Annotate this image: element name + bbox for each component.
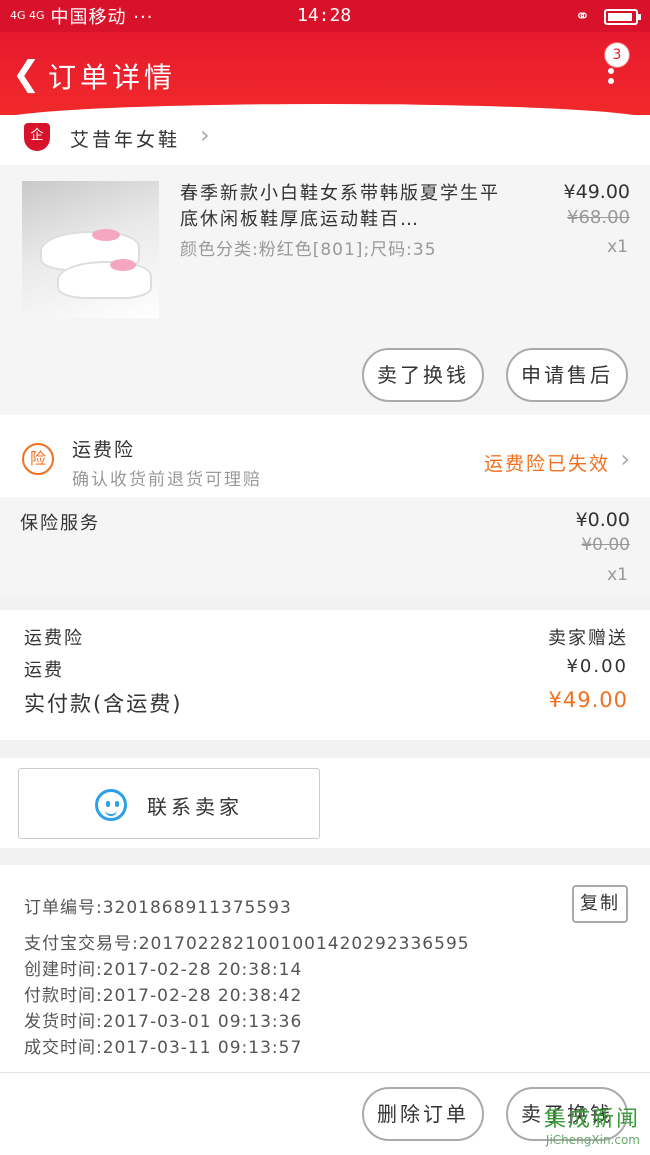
carrier-name: 中国移动 ··· xyxy=(50,7,154,28)
message-count-badge[interactable]: 3 xyxy=(604,42,630,68)
summary-insurance-value: 卖家赠送 xyxy=(548,628,628,649)
summary-insurance-label: 运费险 xyxy=(24,628,84,649)
headset-icon: ⚭ xyxy=(574,6,590,27)
insurance-service-item: 保险服务 ¥0.00 ¥0.00 x1 xyxy=(0,497,650,595)
insurance-service-original-price: ¥0.00 xyxy=(581,535,630,555)
product-spec: 颜色分类:粉红色[801];尺码:35 xyxy=(180,240,437,260)
summary-shipping-value: ¥0.00 xyxy=(566,656,628,677)
order-number: 订单编号:3201868911375593 xyxy=(24,898,292,918)
status-time: 14:28 xyxy=(297,5,352,26)
product-original-price: ¥68.00 xyxy=(567,207,630,228)
paid-time: 付款时间:2017-02-28 20:38:42 xyxy=(24,986,303,1006)
chat-face-icon xyxy=(95,789,127,821)
chevron-right-icon: › xyxy=(200,121,210,149)
contact-seller-button[interactable]: 联系卖家 xyxy=(18,768,320,839)
page-title: 订单详情 xyxy=(48,61,177,94)
resell-button[interactable]: 卖了换钱 xyxy=(362,348,484,402)
product-quantity: x1 xyxy=(607,237,628,257)
shipping-insurance-title: 运费险 xyxy=(72,439,136,461)
product-card[interactable]: 春季新款小白鞋女系带韩版夏学生平底休闲板鞋厚底运动鞋百… 颜色分类:粉红色[80… xyxy=(0,165,650,415)
contact-section: 联系卖家 xyxy=(0,758,650,848)
product-price: ¥49.00 xyxy=(563,181,630,203)
shipping-insurance-subtitle: 确认收货前退货可理赔 xyxy=(72,470,262,490)
insurance-service-quantity: x1 xyxy=(607,565,628,585)
shop-name: 艾昔年女鞋 xyxy=(70,129,181,151)
summary-total-label: 实付款(含运费) xyxy=(24,692,183,716)
product-title: 春季新款小白鞋女系带韩版夏学生平底休闲板鞋厚底运动鞋百… xyxy=(180,183,500,230)
shop-row[interactable]: 企 艾昔年女鞋 › xyxy=(0,115,650,165)
back-arrow-icon[interactable]: ❮ xyxy=(12,54,41,94)
order-info: 订单编号:3201868911375593 复制 支付宝交易号:20170228… xyxy=(0,865,650,1072)
watermark-url: JiChengXin.com xyxy=(545,1133,640,1147)
copy-button[interactable]: 复制 xyxy=(572,885,628,923)
enterprise-shield-icon: 企 xyxy=(24,123,50,151)
shipped-time: 发货时间:2017-03-01 09:13:36 xyxy=(24,1012,303,1032)
delete-order-button[interactable]: 删除订单 xyxy=(362,1087,484,1141)
product-image[interactable] xyxy=(22,181,159,318)
chevron-right-icon: › xyxy=(620,445,630,473)
status-bar: 4G 4G 中国移动 ··· 14:28 ⚭ xyxy=(0,0,650,32)
watermark-brand: 集成新闻 xyxy=(543,1107,640,1132)
payment-summary: 运费险 卖家赠送 运费 ¥0.00 实付款(含运费) ¥49.00 xyxy=(0,610,650,740)
shipping-insurance-status: 运费险已失效 xyxy=(483,453,610,475)
summary-total-value: ¥49.00 xyxy=(548,688,628,712)
watermark: 集成新闻 JiChengXin.com xyxy=(544,1101,640,1147)
insurance-icon: 险 xyxy=(22,443,54,475)
summary-shipping-label: 运费 xyxy=(24,660,64,681)
alipay-trade-number: 支付宝交易号:2017022821001001420292336595 xyxy=(24,934,470,954)
contact-seller-label: 联系卖家 xyxy=(147,795,243,819)
battery-icon xyxy=(604,8,641,25)
signal-indicator: 4G 4G xyxy=(10,9,45,22)
created-time: 创建时间:2017-02-28 20:38:14 xyxy=(24,960,303,980)
insurance-service-label: 保险服务 xyxy=(20,513,100,534)
completed-time: 成交时间:2017-03-11 09:13:57 xyxy=(24,1038,303,1058)
bottom-action-bar: 删除订单 卖了换钱 集成新闻 JiChengXin.com xyxy=(0,1072,650,1155)
apply-aftersale-button[interactable]: 申请售后 xyxy=(506,348,628,402)
shipping-insurance-row[interactable]: 险 运费险 确认收货前退货可理赔 运费险已失效 › xyxy=(0,415,650,497)
insurance-service-price: ¥0.00 xyxy=(575,509,630,531)
